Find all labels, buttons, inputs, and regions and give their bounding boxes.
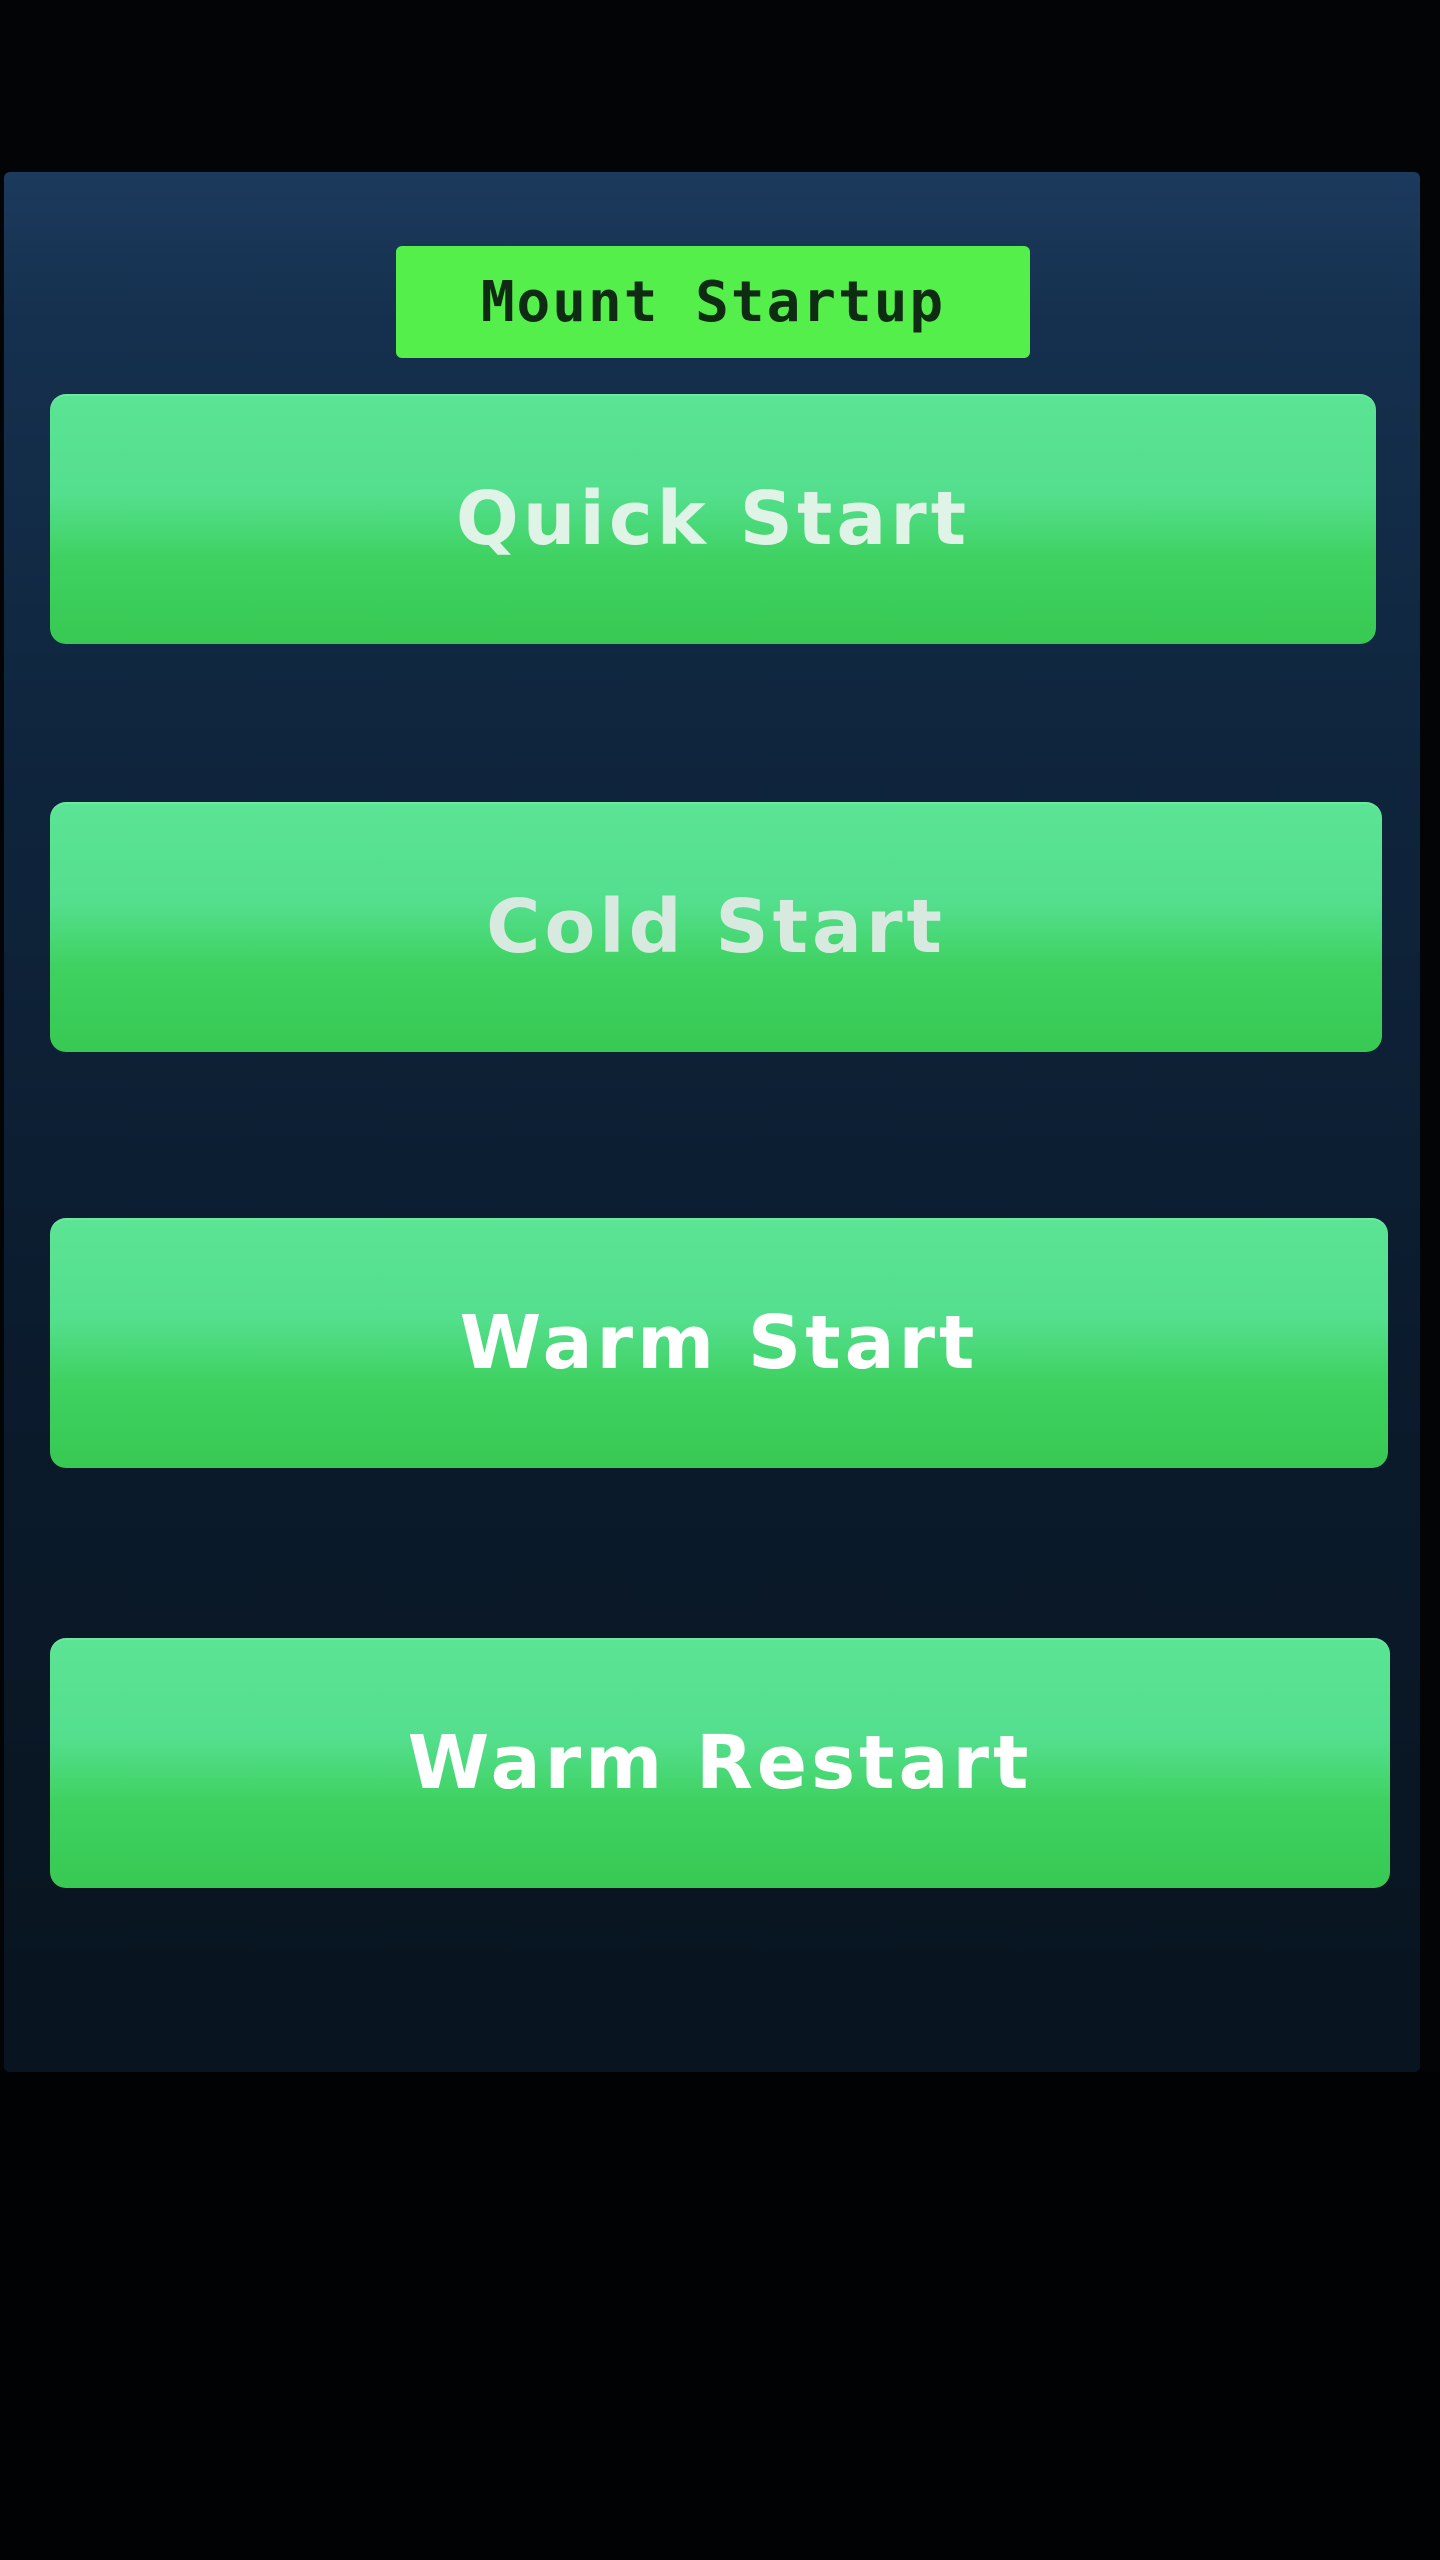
screen-title: Mount Startup xyxy=(396,246,1030,358)
warm-start-button[interactable]: Warm Start xyxy=(50,1218,1388,1468)
quick-start-button[interactable]: Quick Start xyxy=(50,394,1376,644)
device-bezel-bottom xyxy=(0,2072,1440,2560)
device-photo: Mount Startup Quick Start Cold Start War… xyxy=(0,0,1440,2560)
cold-start-button[interactable]: Cold Start xyxy=(50,802,1382,1052)
warm-restart-button[interactable]: Warm Restart xyxy=(50,1638,1390,1888)
startup-screen: Mount Startup Quick Start Cold Start War… xyxy=(4,172,1420,2072)
